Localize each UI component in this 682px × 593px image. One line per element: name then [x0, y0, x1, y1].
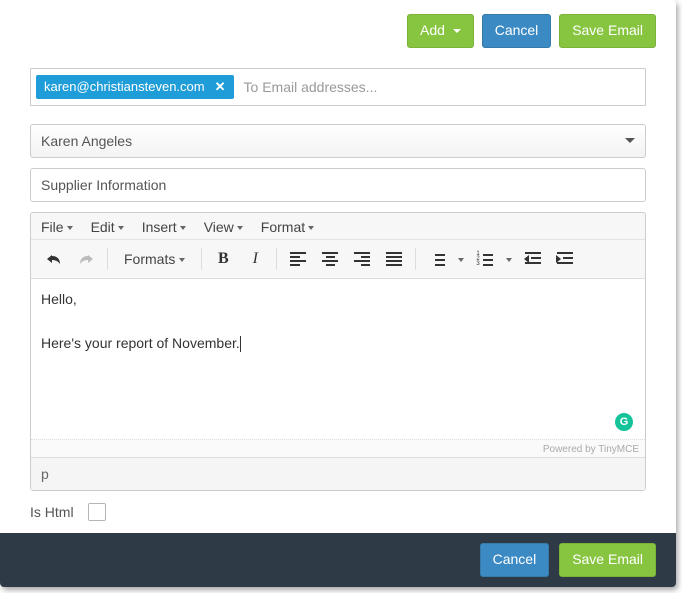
- align-center-icon: [322, 252, 338, 266]
- indent-icon: [557, 252, 573, 266]
- toolbar-separator: [107, 248, 108, 270]
- is-html-row: Is Html: [30, 491, 646, 521]
- recipient-chip[interactable]: karen@christiansteven.com ✕: [36, 75, 234, 99]
- undo-icon: [46, 252, 62, 266]
- editor-statusbar: p: [31, 457, 645, 490]
- editor-menubar: File Edit Insert View Format: [31, 213, 645, 240]
- menu-view[interactable]: View: [204, 219, 243, 235]
- align-left-button[interactable]: [283, 246, 313, 272]
- save-email-button-bottom[interactable]: Save Email: [559, 543, 656, 577]
- blank-line: [41, 307, 635, 335]
- bulleted-list-more[interactable]: [454, 246, 468, 272]
- is-html-label: Is Html: [30, 504, 74, 520]
- chevron-down-icon: [118, 226, 124, 230]
- subject-text: Supplier Information: [41, 177, 166, 193]
- top-button-bar: Add Cancel Save Email: [0, 0, 676, 56]
- chevron-down-icon: [237, 226, 243, 230]
- numbered-list-button[interactable]: 1 2 3: [470, 246, 500, 272]
- align-center-button[interactable]: [315, 246, 345, 272]
- cancel-button-bottom[interactable]: Cancel: [480, 543, 550, 577]
- redo-icon: [78, 252, 94, 266]
- toolbar-separator: [276, 248, 277, 270]
- undo-button[interactable]: [39, 246, 69, 272]
- menu-insert[interactable]: Insert: [142, 219, 186, 235]
- from-select[interactable]: Karen Angeles: [30, 124, 646, 158]
- body-line: Hello,: [41, 291, 635, 307]
- remove-recipient-icon[interactable]: ✕: [215, 79, 226, 95]
- to-placeholder-text: To Email addresses...: [240, 75, 640, 99]
- powered-by-label: Powered by TinyMCE: [31, 439, 645, 457]
- chevron-down-icon: [625, 138, 635, 143]
- recipient-chip-text: karen@christiansteven.com: [44, 79, 205, 94]
- chevron-down-icon: [179, 258, 185, 262]
- grammarly-icon[interactable]: G: [615, 413, 633, 431]
- bulleted-list-icon: [429, 252, 445, 266]
- from-selected-value: Karen Angeles: [41, 133, 132, 149]
- outdent-icon: [525, 252, 541, 266]
- editor-toolbar: Formats B I: [31, 240, 645, 279]
- chevron-down-icon: [308, 226, 314, 230]
- italic-button[interactable]: I: [240, 246, 270, 272]
- editor-content-area[interactable]: Hello, Here's your report of November. G: [31, 279, 645, 439]
- bulleted-list-button[interactable]: [422, 246, 452, 272]
- rich-text-editor: File Edit Insert View Format Formats: [30, 212, 646, 491]
- cancel-button[interactable]: Cancel: [482, 14, 552, 48]
- status-path: p: [41, 466, 49, 482]
- menu-edit[interactable]: Edit: [91, 219, 124, 235]
- chevron-down-icon: [180, 226, 186, 230]
- menu-file[interactable]: File: [41, 219, 73, 235]
- add-label: Add: [420, 22, 445, 38]
- align-justify-icon: [386, 252, 402, 266]
- indent-button[interactable]: [550, 246, 580, 272]
- chevron-down-icon: [458, 258, 464, 262]
- redo-button[interactable]: [71, 246, 101, 272]
- toolbar-separator: [201, 248, 202, 270]
- numbered-list-more[interactable]: [502, 246, 516, 272]
- menu-format[interactable]: Format: [261, 219, 314, 235]
- numbered-list-icon: 1 2 3: [477, 252, 493, 266]
- save-email-button[interactable]: Save Email: [559, 14, 656, 48]
- to-addresses-field[interactable]: karen@christiansteven.com ✕ To Email add…: [30, 68, 646, 106]
- is-html-checkbox[interactable]: [88, 503, 106, 521]
- toolbar-separator: [415, 248, 416, 270]
- subject-input[interactable]: Supplier Information: [30, 168, 646, 202]
- add-dropdown-button[interactable]: Add: [407, 14, 474, 48]
- body-line: Here's your report of November.: [41, 335, 635, 352]
- chevron-down-icon: [67, 226, 73, 230]
- text-cursor: [240, 336, 241, 352]
- chevron-down-icon: [453, 29, 461, 33]
- align-right-icon: [354, 252, 370, 266]
- bold-button[interactable]: B: [208, 246, 238, 272]
- align-justify-button[interactable]: [379, 246, 409, 272]
- outdent-button[interactable]: [518, 246, 548, 272]
- bottom-button-bar: Cancel Save Email: [0, 533, 676, 587]
- align-right-button[interactable]: [347, 246, 377, 272]
- formats-dropdown[interactable]: Formats: [114, 246, 195, 272]
- chevron-down-icon: [506, 258, 512, 262]
- align-left-icon: [290, 252, 306, 266]
